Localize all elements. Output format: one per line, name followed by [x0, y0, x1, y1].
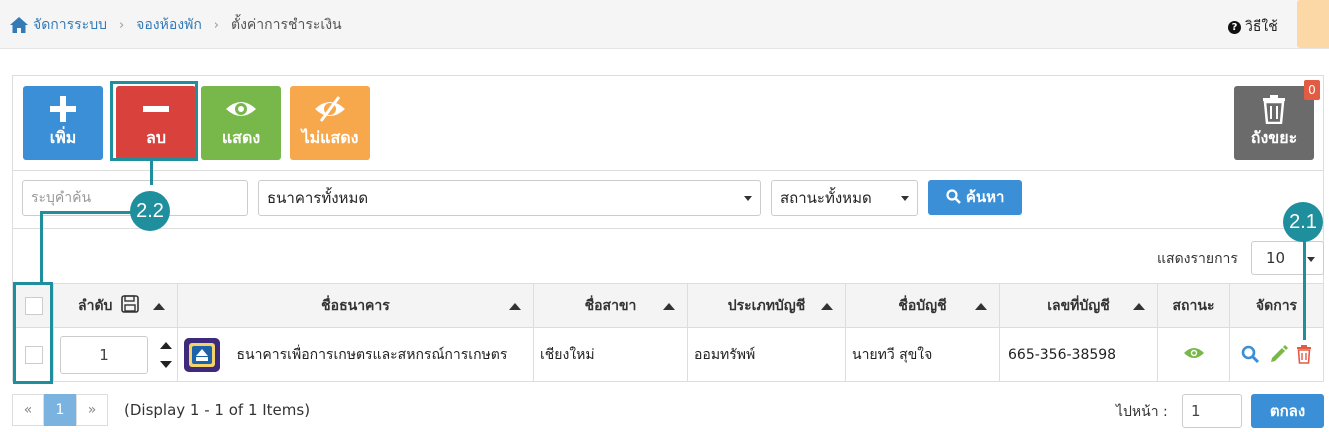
- search-button-label: ค้นหา: [965, 188, 1005, 206]
- pager-page-1[interactable]: 1: [44, 394, 76, 426]
- delete-highlight-box: [110, 81, 198, 161]
- eye-icon[interactable]: [1183, 346, 1205, 360]
- move-down-icon[interactable]: [160, 361, 172, 368]
- display-summary: (Display 1 - 1 of 1 Items): [124, 401, 311, 419]
- header-account-name-label: ชื่อบัญชี: [898, 297, 947, 314]
- main-panel: เพิ่ม ลบ แสดง ไม่แสดง ถังขยะ 0 ระบุคำค้น…: [12, 75, 1324, 382]
- accounts-table: ลำดับ ชื่อธนาคาร ชื่อสาขา ประเภทบัญชี ชื…: [13, 283, 1324, 382]
- breadcrumb: จัดการระบบ › จองห้องพัก › ตั้งค่าการชำระ…: [9, 14, 342, 36]
- callout-badge-2-1: 2.1: [1283, 202, 1323, 242]
- goto-page-input[interactable]: 1: [1182, 394, 1242, 428]
- eye-slash-icon: [315, 96, 345, 122]
- header-bank[interactable]: ชื่อธนาคาร: [177, 283, 534, 328]
- manual-book-button[interactable]: [1297, 0, 1329, 48]
- eye-icon: [226, 102, 256, 116]
- row-account-name-cell: นายทวี สุขใจ: [845, 327, 1000, 382]
- question-icon: ?: [1228, 20, 1241, 34]
- chevron-right-icon: ›: [213, 17, 219, 33]
- page-size-select[interactable]: 10: [1251, 241, 1324, 275]
- header-type[interactable]: ประเภทบัญชี: [687, 283, 846, 328]
- sort-icon: [975, 303, 987, 310]
- hide-button[interactable]: ไม่แสดง: [290, 86, 370, 160]
- sort-icon: [509, 303, 521, 310]
- header-manage: จัดการ: [1229, 283, 1324, 328]
- trash-label: ถังขยะ: [1250, 128, 1298, 147]
- bank-name: ธนาคารเพื่อการเกษตรและสหกรณ์การเกษตร: [236, 346, 508, 363]
- page-size-value: 10: [1266, 249, 1286, 267]
- pencil-icon[interactable]: [1269, 345, 1288, 364]
- breadcrumb-system[interactable]: จัดการระบบ: [33, 14, 107, 36]
- add-button[interactable]: เพิ่ม: [23, 86, 103, 160]
- move-up-icon[interactable]: [160, 342, 172, 349]
- header-status: สถานะ: [1157, 283, 1230, 328]
- help-label: วิธีใช้: [1245, 19, 1278, 35]
- header-bank-label: ชื่อธนาคาร: [321, 297, 390, 314]
- row-type-cell: ออมทรัพพ์: [687, 327, 846, 382]
- chevron-down-icon: [1307, 257, 1315, 262]
- chevron-right-icon: ›: [118, 17, 125, 33]
- breadcrumb-booking[interactable]: จองห้องพัก: [136, 14, 202, 36]
- page-size-label: แสดงรายการ: [1157, 251, 1238, 267]
- search-button[interactable]: ค้นหา: [928, 180, 1022, 215]
- callout-badge-2-2: 2.2: [130, 191, 170, 231]
- breadcrumb-current: ตั้งค่าการชำระเงิน: [231, 17, 342, 33]
- row-branch-cell: เชียงใหม่: [533, 327, 688, 382]
- hide-label: ไม่แสดง: [301, 128, 359, 147]
- toolbar: เพิ่ม ลบ แสดง ไม่แสดง ถังขยะ 0: [13, 76, 1323, 171]
- search-icon: [945, 189, 961, 204]
- filter-bar: ระบุคำค้น ธนาคารทั้งหมด สถานะทั้งหมด ค้น…: [13, 171, 1323, 229]
- header-account-name[interactable]: ชื่อบัญชี: [845, 283, 1000, 328]
- pagination: « 1 »: [12, 394, 108, 426]
- header-branch-label: ชื่อสาขา: [584, 297, 637, 314]
- goto-label: ไปหน้า :: [1116, 404, 1168, 420]
- trash-button[interactable]: ถังขยะ 0: [1234, 80, 1320, 160]
- bank-select[interactable]: ธนาคารทั้งหมด: [258, 180, 761, 216]
- show-label: แสดง: [221, 128, 261, 147]
- chevron-down-icon: [744, 196, 752, 201]
- header-order[interactable]: ลำดับ: [53, 283, 178, 328]
- top-bar: จัดการระบบ › จองห้องพัก › ตั้งค่าการชำระ…: [0, 0, 1329, 49]
- pager-prev[interactable]: «: [12, 394, 44, 426]
- table-row: 1 ธนาคารเพื่อการเกษตรและสหกรณ์การเกษตร เ…: [13, 327, 1324, 382]
- sort-icon: [821, 303, 833, 310]
- chevron-down-icon: [901, 196, 909, 201]
- home-icon[interactable]: [9, 16, 29, 34]
- plus-icon: [50, 96, 76, 122]
- row-bank-cell: ธนาคารเพื่อการเกษตรและสหกรณ์การเกษตร: [177, 327, 534, 382]
- show-button[interactable]: แสดง: [201, 86, 281, 160]
- trash-count-badge: 0: [1304, 80, 1320, 100]
- callout-line: [1303, 240, 1306, 340]
- callout-line: [40, 211, 43, 284]
- row-account-no-cell: 665-356-38598: [999, 327, 1158, 382]
- header-type-label: ประเภทบัญชี: [727, 297, 806, 314]
- bank-logo: [184, 337, 220, 372]
- trash-icon[interactable]: [1296, 345, 1312, 364]
- row-order-cell: 1: [53, 327, 178, 382]
- header-account-no-label: เลขที่บัญชี: [1047, 297, 1110, 314]
- header-branch[interactable]: ชื่อสาขา: [533, 283, 688, 328]
- sort-icon: [153, 303, 165, 310]
- row-manage-cell: [1229, 327, 1324, 382]
- status-select-value: สถานะทั้งหมด: [780, 189, 872, 207]
- row-status-cell: [1157, 327, 1230, 382]
- header-order-label: ลำดับ: [78, 297, 113, 314]
- save-icon[interactable]: [121, 294, 140, 313]
- trash-icon: [1263, 95, 1285, 124]
- goto-button[interactable]: ตกลง: [1251, 394, 1324, 428]
- table-header-row: ลำดับ ชื่อธนาคาร ชื่อสาขา ประเภทบัญชี ชื…: [13, 283, 1324, 328]
- status-select[interactable]: สถานะทั้งหมด: [771, 180, 918, 216]
- help-link[interactable]: ? วิธีใช้: [1228, 16, 1278, 38]
- bank-select-value: ธนาคารทั้งหมด: [267, 189, 369, 207]
- order-input[interactable]: 1: [60, 335, 148, 374]
- header-account-no[interactable]: เลขที่บัญชี: [999, 283, 1158, 328]
- add-label: เพิ่ม: [49, 128, 77, 147]
- checkbox-highlight-box: [13, 282, 53, 384]
- pager-next[interactable]: »: [76, 394, 108, 426]
- sort-icon: [1133, 303, 1145, 310]
- callout-line: [150, 157, 153, 185]
- search-icon[interactable]: [1241, 345, 1260, 364]
- sort-icon: [663, 303, 675, 310]
